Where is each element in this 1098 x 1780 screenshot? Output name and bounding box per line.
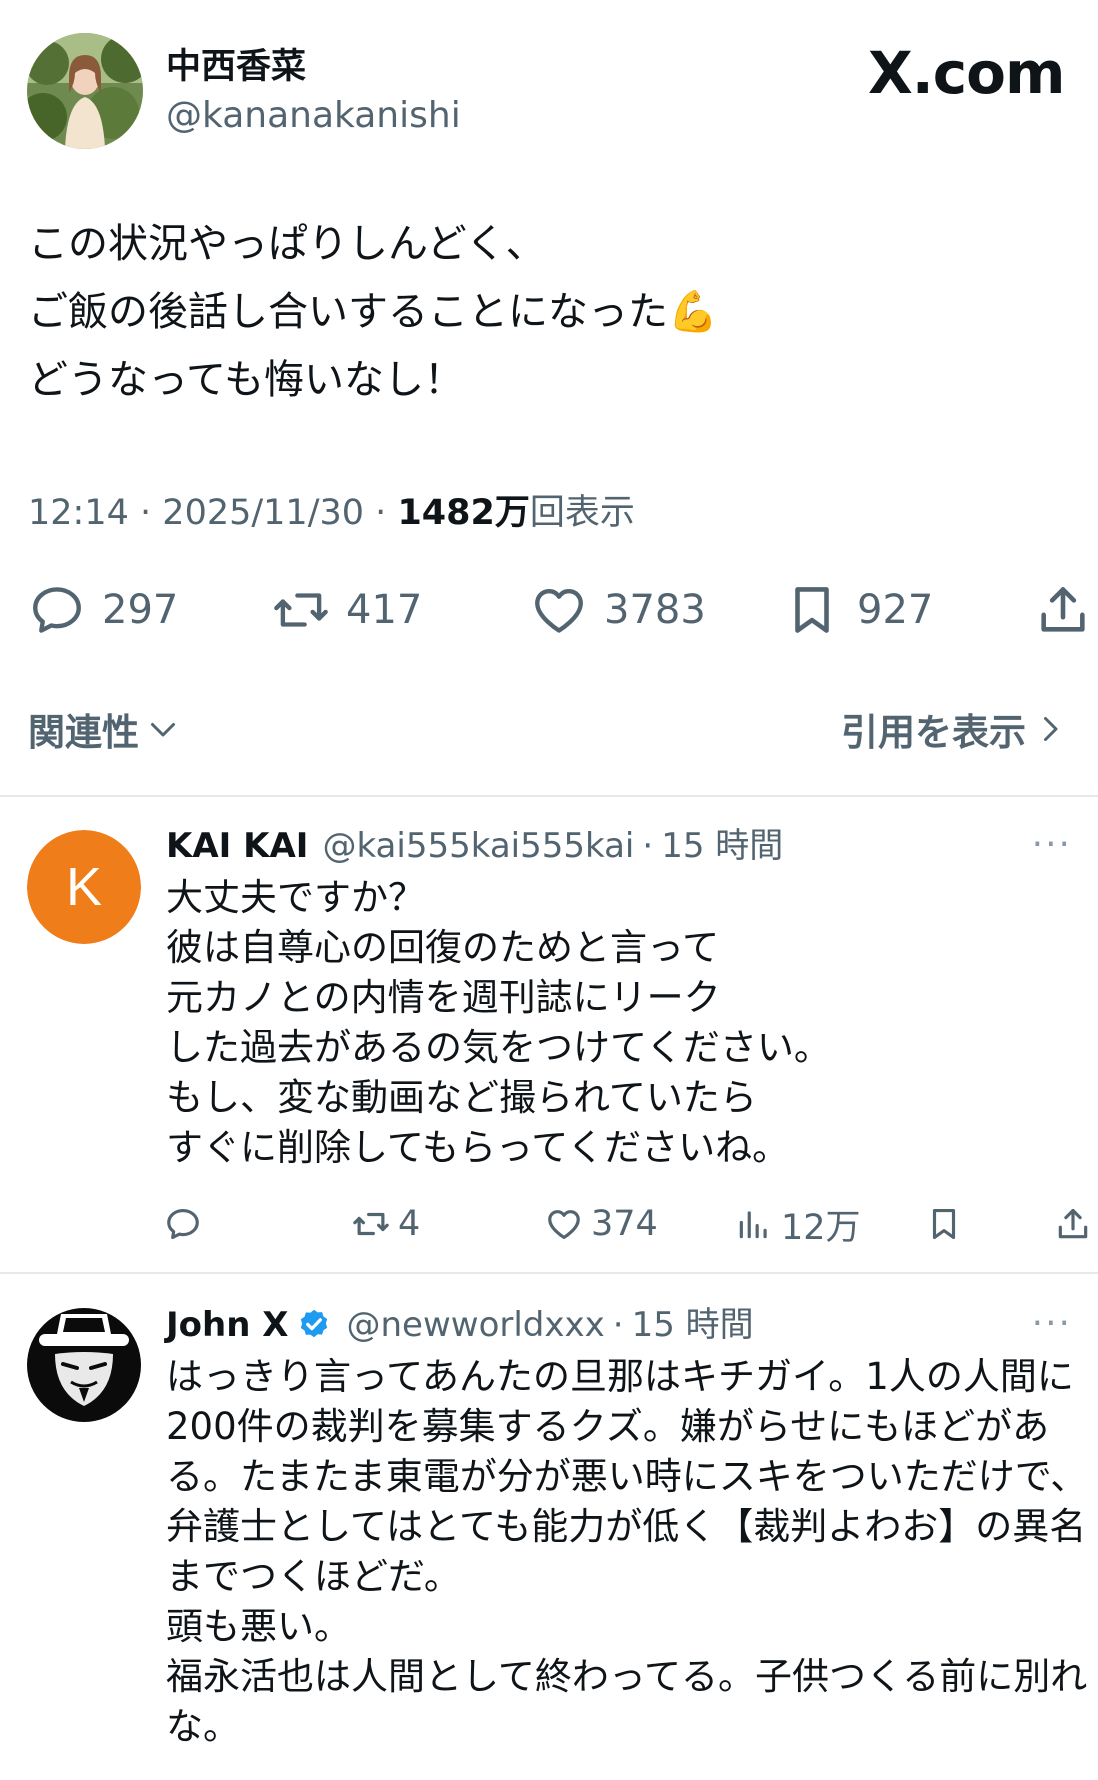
share-button[interactable] xyxy=(1034,580,1098,640)
views-count: 12万 xyxy=(781,1207,861,1248)
author-display-name[interactable]: 中西香菜 xyxy=(166,45,306,89)
tweet-date[interactable]: 2025/11/30 xyxy=(162,493,364,533)
reply-icon xyxy=(167,1208,199,1240)
reply-text-line: 弁護士としてはとても能力が低く【裁判よわお】の異名 xyxy=(166,1505,1087,1548)
tweet-text-line: ご飯の後話し合いすることになった💪 xyxy=(28,289,718,335)
repost-icon xyxy=(353,1212,389,1236)
avatar-letter: K xyxy=(27,830,141,944)
reply-text-line: 福永活也は人間として終わってる。子供つくる前に別れ xyxy=(166,1655,1088,1698)
repost-icon xyxy=(274,593,328,627)
heart-icon xyxy=(548,1210,580,1240)
like-count: 374 xyxy=(591,1204,658,1244)
reply-button[interactable] xyxy=(164,1201,210,1247)
bookmark-count: 927 xyxy=(857,587,934,633)
tweet-meta: 12:14 · 2025/11/30 · 1482万回表示 xyxy=(28,490,635,536)
view-quotes-link[interactable]: 引用を表示 xyxy=(841,702,1068,756)
reply-text-line: 彼は自尊心の回復のためと言って xyxy=(166,926,720,969)
reply-text-line: な。 xyxy=(166,1705,240,1748)
share-button[interactable] xyxy=(1054,1201,1098,1247)
reply-text-line: る。たまたま東電が分が悪い時にスキをついただけで、 xyxy=(166,1455,1088,1498)
repost-button[interactable]: 4 xyxy=(352,1201,420,1247)
verified-badge-icon xyxy=(301,1309,328,1338)
bookmark-button[interactable] xyxy=(925,1201,971,1247)
reply-text-line: 200件の裁判を募集するクズ。嫌がらせにもほどがあ xyxy=(166,1405,1050,1448)
repost-count: 4 xyxy=(398,1204,421,1244)
analytics-icon xyxy=(739,1211,767,1239)
share-icon xyxy=(1041,587,1085,632)
author-handle[interactable]: @kananakanishi xyxy=(166,94,461,138)
author-avatar[interactable] xyxy=(27,33,143,149)
like-count: 3783 xyxy=(604,587,706,633)
like-button[interactable]: 3783 xyxy=(530,580,706,640)
meta-separator: · xyxy=(642,826,654,866)
chevron-down-icon xyxy=(151,723,175,737)
views-label: 回表示 xyxy=(529,493,635,533)
reply-text-line: 頭も悪い。 xyxy=(166,1605,351,1648)
more-options-icon[interactable]: ··· xyxy=(1032,824,1072,865)
tweet-text-line: どうなっても悔いなし！ xyxy=(28,357,464,403)
reply-author-handle[interactable]: @newworldxxx xyxy=(346,1303,604,1347)
tweet-text-line: この状況やっぱりしんどく、 xyxy=(28,221,546,267)
repost-count: 417 xyxy=(346,587,423,633)
reply-text-line: すぐに削除してもらってくださいね。 xyxy=(166,1126,790,1169)
share-icon xyxy=(1058,1208,1088,1239)
reply-time[interactable]: 15 時間 xyxy=(632,1303,754,1347)
reply-author-handle[interactable]: @kai555kai555kai xyxy=(322,824,634,868)
divider xyxy=(0,795,1098,797)
bookmark-icon xyxy=(795,587,829,633)
views-count: 1482万 xyxy=(397,493,530,533)
repost-button[interactable]: 417 xyxy=(272,580,422,640)
reply-author-name[interactable]: KAI KAI xyxy=(166,824,308,868)
reply-text-line: した過去があるの気をつけてください。 xyxy=(166,1026,831,1069)
sort-label: 関連性 xyxy=(28,711,139,754)
reply-text-line: 大丈夫ですか？ xyxy=(166,876,425,919)
meta-separator: · xyxy=(612,1305,624,1345)
x-logo: X.com xyxy=(868,39,1065,107)
sort-dropdown[interactable]: 関連性 xyxy=(28,702,181,756)
reply-author-name[interactable]: John X xyxy=(166,1303,288,1347)
reply-count: 297 xyxy=(102,587,179,633)
heart-icon xyxy=(535,588,583,633)
reply-time[interactable]: 15 時間 xyxy=(661,824,783,868)
meta-separator: · xyxy=(375,493,387,533)
reply-button[interactable]: 297 xyxy=(28,580,178,640)
bookmark-icon xyxy=(932,1208,956,1240)
reply-avatar[interactable]: K xyxy=(27,830,141,944)
chevron-right-icon xyxy=(1044,717,1058,741)
more-options-icon[interactable]: ··· xyxy=(1032,1303,1072,1344)
views-button[interactable]: 12万 xyxy=(735,1201,861,1248)
reply-header: KAI KAI @kai555kai555kai · 15 時間 xyxy=(166,824,783,868)
divider xyxy=(0,1272,1098,1274)
meta-separator: · xyxy=(140,493,152,533)
tweet-time[interactable]: 12:14 xyxy=(28,493,129,533)
view-quotes-label: 引用を表示 xyxy=(841,711,1026,754)
reply-text-line: 元カノとの内情を週刊誌にリーク xyxy=(166,976,721,1019)
reply-icon xyxy=(33,587,81,633)
like-button[interactable]: 374 xyxy=(545,1201,658,1247)
reply-text-line: までつくほどだ。 xyxy=(166,1555,461,1598)
bookmark-button[interactable]: 927 xyxy=(783,580,933,640)
reply-header: John X @newworldxxx · 15 時間 xyxy=(166,1303,754,1347)
reply-avatar[interactable] xyxy=(27,1308,141,1422)
reply-text-line: もし、変な動画など撮られていたら xyxy=(166,1076,757,1119)
reply-text-line: はっきり言ってあんたの旦那はキチガイ。1人の人間に xyxy=(166,1355,1074,1398)
